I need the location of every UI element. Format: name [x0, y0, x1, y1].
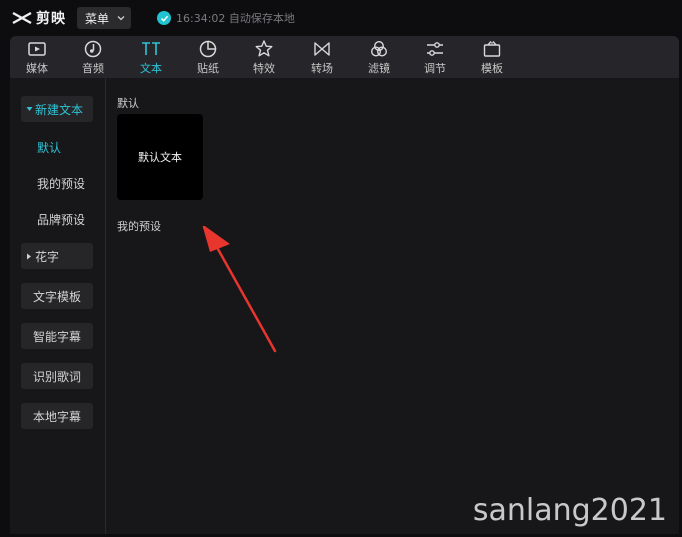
tab-template[interactable]: 模板 [472, 39, 512, 77]
sidebar-sub-default[interactable]: 默认 [37, 139, 61, 156]
sidebar-recognize-lyrics[interactable]: 识别歌词 [21, 363, 93, 389]
menu-button-label: 菜单 [85, 11, 110, 26]
check-circle-icon [157, 11, 171, 25]
tab-transition-label: 转场 [311, 62, 333, 75]
sidebar-sub-brand-presets[interactable]: 品牌预设 [37, 211, 85, 228]
title-bar: 剪映 菜单 16:34:02 自动保存本地 [0, 0, 682, 36]
category-toolbar: 媒体 音频 文本 贴纸 特效 转场 滤镜 调节 模板 [10, 36, 679, 78]
tab-media-label: 媒体 [26, 62, 48, 75]
default-section-title: 默认 [117, 97, 139, 110]
caret-right-icon [26, 253, 35, 260]
watermark-text: sanlang2021 [472, 493, 667, 528]
chevron-down-icon [117, 16, 125, 21]
audio-icon [84, 40, 102, 58]
filter-icon [370, 40, 388, 57]
sidebar-divider [105, 78, 106, 534]
effects-icon [255, 40, 273, 57]
sidebar-new-text[interactable]: 新建文本 [21, 96, 93, 122]
sidebar-smart-subtitle-label: 智能字幕 [32, 329, 81, 344]
tab-media[interactable]: 媒体 [17, 39, 57, 77]
materials-panel: 媒体 音频 文本 贴纸 特效 转场 滤镜 调节 模板 新建文本 默认 我的预设 … [10, 36, 679, 534]
tab-effects-label: 特效 [253, 62, 275, 75]
tab-adjust[interactable]: 调节 [415, 39, 455, 77]
tab-template-label: 模板 [481, 62, 503, 75]
app-name: 剪映 [36, 11, 66, 27]
template-icon [483, 41, 501, 57]
tab-sticker[interactable]: 贴纸 [188, 39, 228, 77]
sidebar-local-subtitle[interactable]: 本地字幕 [21, 403, 93, 429]
app-logo: 剪映 [12, 8, 66, 28]
autosave-status: 16:34:02 自动保存本地 [157, 10, 295, 26]
tab-filter[interactable]: 滤镜 [359, 39, 399, 77]
menu-button[interactable]: 菜单 [77, 7, 131, 29]
sidebar-recognize-lyrics-label: 识别歌词 [32, 369, 81, 384]
sidebar-new-text-label: 新建文本 [35, 102, 84, 117]
adjust-icon [427, 42, 443, 56]
sidebar-fancy-text[interactable]: 花字 [21, 243, 93, 269]
tab-text[interactable]: 文本 [131, 39, 171, 77]
tab-audio-label: 音频 [82, 62, 104, 75]
tab-sticker-label: 贴纸 [197, 62, 219, 75]
tab-effects[interactable]: 特效 [244, 39, 284, 77]
sidebar-text-template[interactable]: 文字模板 [21, 283, 93, 309]
tab-text-label: 文本 [140, 62, 162, 75]
transition-icon [314, 42, 330, 56]
sidebar-text-template-label: 文字模板 [32, 289, 81, 304]
media-icon [28, 42, 46, 56]
tab-adjust-label: 调节 [424, 62, 446, 75]
default-text-card[interactable]: 默认文本 [117, 114, 203, 200]
sidebar-local-subtitle-label: 本地字幕 [32, 409, 81, 424]
text-icon [142, 42, 160, 55]
sidebar-sub-my-presets[interactable]: 我的预设 [37, 175, 85, 192]
my-presets-section-title: 我的预设 [117, 220, 161, 233]
sidebar-smart-subtitle[interactable]: 智能字幕 [21, 323, 93, 349]
sticker-icon [199, 40, 217, 58]
capcut-logo-icon [12, 11, 32, 25]
autosave-text: 16:34:02 自动保存本地 [176, 12, 295, 25]
tab-filter-label: 滤镜 [368, 62, 390, 75]
sidebar-fancy-text-label: 花字 [35, 249, 60, 264]
caret-down-icon [26, 106, 35, 112]
annotation-arrow-icon [202, 226, 277, 353]
tab-audio[interactable]: 音频 [73, 39, 113, 77]
default-text-card-label: 默认文本 [138, 151, 182, 164]
tab-transition[interactable]: 转场 [302, 39, 342, 77]
